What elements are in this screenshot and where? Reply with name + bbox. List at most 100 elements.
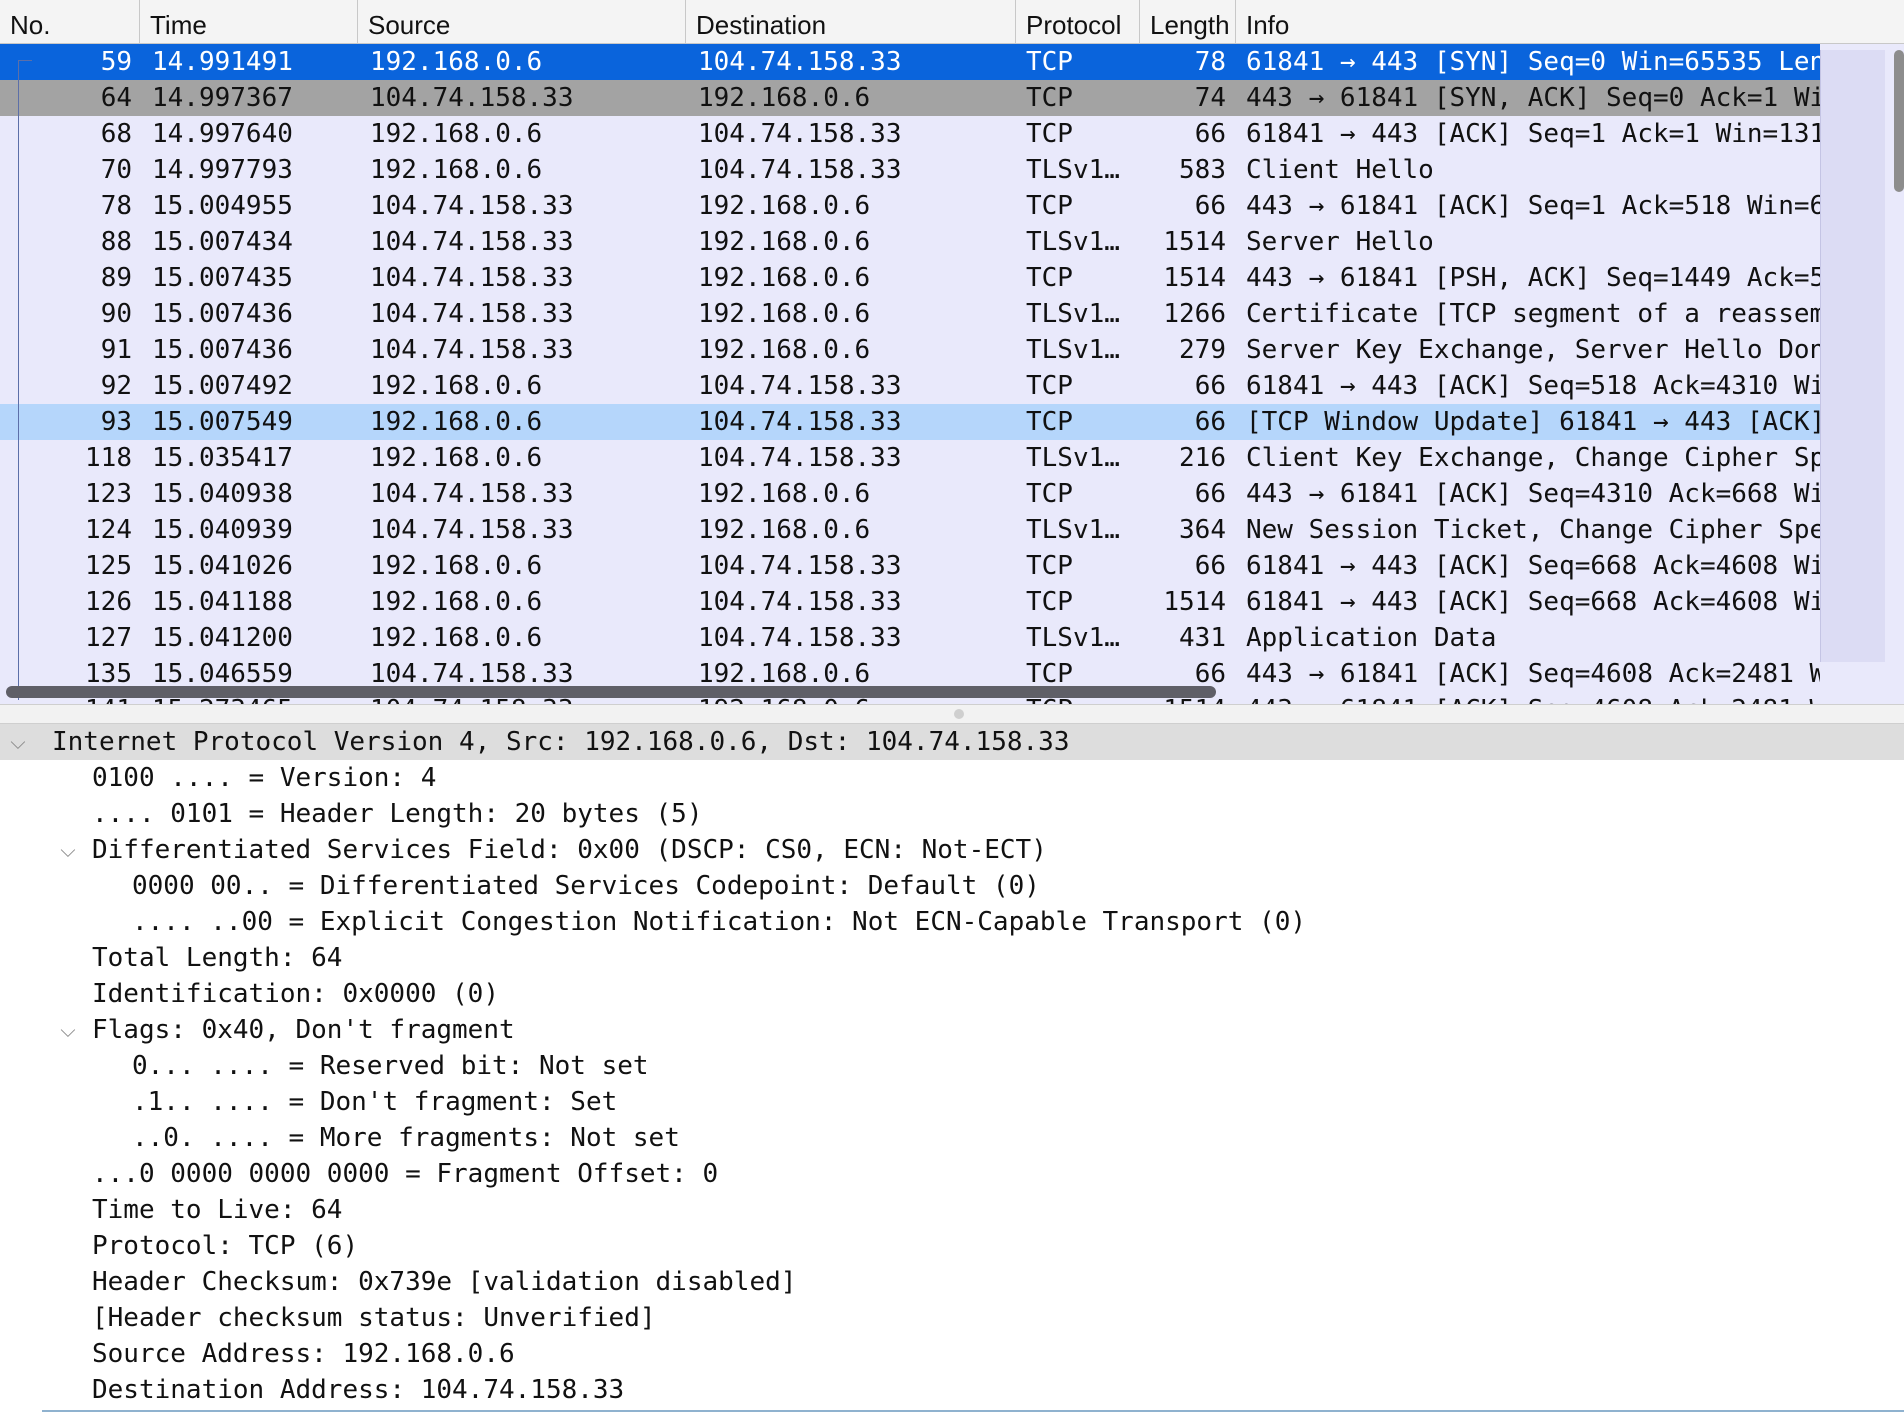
packet-time: 15.040939 bbox=[152, 515, 293, 545]
packet-details-tree[interactable]: ⌵ Internet Protocol Version 4, Src: 192.1… bbox=[0, 724, 1904, 1412]
packet-info: 61841 → 443 [ACK] Seq=1 Ack=1 Win=131 bbox=[1246, 119, 1820, 149]
packet-row[interactable]: 88 15.007434 104.74.158.33 192.168.0.6 TLSv1… bbox=[0, 224, 1820, 260]
pane-splitter[interactable] bbox=[0, 704, 1904, 724]
packet-length: 1514 bbox=[1163, 263, 1226, 293]
column-header-info[interactable]: Info bbox=[1236, 0, 1904, 44]
packet-time: 15.040938 bbox=[152, 479, 293, 509]
tree-item[interactable]: Destination Address: 104.74.158.33 bbox=[0, 1372, 1904, 1408]
packet-source: 104.74.158.33 bbox=[370, 479, 574, 509]
packet-info: 443 → 61841 [ACK] Seq=4310 Ack=668 Wi bbox=[1246, 479, 1820, 509]
packet-time: 15.007549 bbox=[152, 407, 293, 437]
tree-item[interactable]: .... ..00 = Explicit Congestion Notifica… bbox=[0, 904, 1904, 940]
packet-destination: 192.168.0.6 bbox=[698, 515, 871, 545]
tree-item[interactable]: ...0 0000 0000 0000 = Fragment Offset: 0 bbox=[0, 1156, 1904, 1192]
tree-item-text: Source Address: 192.168.0.6 bbox=[92, 1339, 515, 1369]
packet-time: 15.007436 bbox=[152, 299, 293, 329]
packet-row[interactable]: 90 15.007436 104.74.158.33 192.168.0.6 TLSv1… bbox=[0, 296, 1820, 332]
tree-item[interactable]: 0000 00.. = Differentiated Services Code… bbox=[0, 868, 1904, 904]
column-header-destination[interactable]: Destination bbox=[686, 0, 1016, 44]
packet-time: 14.991491 bbox=[152, 47, 293, 77]
tree-item[interactable]: ..0. .... = More fragments: Not set bbox=[0, 1120, 1904, 1156]
packet-destination: 192.168.0.6 bbox=[698, 299, 871, 329]
packet-row[interactable]: 64 14.997367 104.74.158.33 192.168.0.6 TCP 74… bbox=[0, 80, 1820, 116]
packet-row[interactable]: 92 15.007492 192.168.0.6 104.74.158.33 TCP 66… bbox=[0, 368, 1820, 404]
column-header-time[interactable]: Time bbox=[140, 0, 358, 44]
packet-destination: 104.74.158.33 bbox=[698, 623, 902, 653]
tree-item[interactable]: 0100 .... = Version: 4 bbox=[0, 760, 1904, 796]
packet-row[interactable]: 124 15.040939 104.74.158.33 192.168.0.6 TLSv… bbox=[0, 512, 1820, 548]
tree-item[interactable]: [Header checksum status: Unverified] bbox=[0, 1300, 1904, 1336]
packet-list-header: No. Time Source Destination Protocol Len… bbox=[0, 0, 1904, 44]
packet-list[interactable]: No. Time Source Destination Protocol Len… bbox=[0, 0, 1904, 704]
column-header-protocol[interactable]: Protocol bbox=[1016, 0, 1140, 44]
tree-item-text: Flags: 0x40, Don't fragment bbox=[92, 1015, 515, 1045]
packet-source: 192.168.0.6 bbox=[370, 551, 543, 581]
tree-item-text: .1.. .... = Don't fragment: Set bbox=[132, 1087, 618, 1117]
packet-info: 443 → 61841 [SYN, ACK] Seq=0 Ack=1 Wi bbox=[1246, 83, 1820, 113]
tree-item-text: 0... .... = Reserved bit: Not set bbox=[132, 1051, 649, 1081]
packet-row[interactable]: 123 15.040938 104.74.158.33 192.168.0.6 TCP 6… bbox=[0, 476, 1820, 512]
packet-row[interactable]: 127 15.041200 192.168.0.6 104.74.158.33 TLSv… bbox=[0, 620, 1820, 656]
packet-row[interactable]: 118 15.035417 192.168.0.6 104.74.158.33 TLSv… bbox=[0, 440, 1820, 476]
packet-length: 66 bbox=[1194, 371, 1226, 401]
tree-item[interactable]: .1.. .... = Don't fragment: Set bbox=[0, 1084, 1904, 1120]
tree-item-text: Destination Address: 104.74.158.33 bbox=[92, 1375, 625, 1405]
intelligent-scrollbar[interactable] bbox=[1820, 50, 1885, 662]
chevron-down-icon[interactable]: ⌵ bbox=[58, 1012, 78, 1048]
packet-source: 104.74.158.33 bbox=[370, 515, 574, 545]
packet-destination: 104.74.158.33 bbox=[698, 47, 902, 77]
packet-protocol: TCP bbox=[1026, 263, 1073, 293]
tree-item[interactable]: .... 0101 = Header Length: 20 bytes (5) bbox=[0, 796, 1904, 832]
packet-row[interactable]: 125 15.041026 192.168.0.6 104.74.158.33 TCP 6… bbox=[0, 548, 1820, 584]
tree-item[interactable]: ⌵ Flags: 0x40, Don't fragment bbox=[0, 1012, 1904, 1048]
tree-item-text: Total Length: 64 bbox=[92, 943, 343, 973]
splitter-handle[interactable] bbox=[954, 709, 964, 719]
packet-protocol: TCP bbox=[1026, 551, 1073, 581]
horizontal-scrollbar[interactable] bbox=[6, 686, 1216, 698]
tree-item[interactable]: Protocol: TCP (6) bbox=[0, 1228, 1904, 1264]
tree-item-protocol-header[interactable]: ⌵ Internet Protocol Version 4, Src: 192.1… bbox=[0, 724, 1904, 760]
column-header-source[interactable]: Source bbox=[358, 0, 686, 44]
packet-length: 583 bbox=[1179, 155, 1226, 185]
packet-destination: 104.74.158.33 bbox=[698, 371, 902, 401]
packet-time: 15.041200 bbox=[152, 623, 293, 653]
packet-info: Application Data bbox=[1246, 623, 1497, 653]
tree-item-text: Time to Live: 64 bbox=[92, 1195, 343, 1225]
column-header-length[interactable]: Length bbox=[1140, 0, 1236, 44]
tree-item[interactable]: Header Checksum: 0x739e [validation disa… bbox=[0, 1264, 1904, 1300]
packet-row[interactable]: 91 15.007436 104.74.158.33 192.168.0.6 TLSv1… bbox=[0, 332, 1820, 368]
packet-source: 192.168.0.6 bbox=[370, 371, 543, 401]
tree-item[interactable]: Source Address: 192.168.0.6 bbox=[0, 1336, 1904, 1372]
tree-item-text: Differentiated Services Field: 0x00 (DSC… bbox=[92, 835, 1047, 865]
tree-item-text: 0100 .... = Version: 4 bbox=[92, 763, 437, 793]
chevron-down-icon[interactable]: ⌵ bbox=[58, 832, 78, 868]
packet-row[interactable]: 89 15.007435 104.74.158.33 192.168.0.6 TCP 15… bbox=[0, 260, 1820, 296]
packet-info: 61841 → 443 [ACK] Seq=518 Ack=4310 Wi bbox=[1246, 371, 1820, 401]
vertical-scrollbar-thumb[interactable] bbox=[1894, 50, 1904, 192]
tree-item[interactable]: ⌵ Differentiated Services Field: 0x00 (DS… bbox=[0, 832, 1904, 868]
packet-time: 15.004955 bbox=[152, 191, 293, 221]
packet-info: New Session Ticket, Change Cipher Spe bbox=[1246, 515, 1820, 545]
column-header-no[interactable]: No. bbox=[0, 0, 140, 44]
packet-destination: 104.74.158.33 bbox=[698, 155, 902, 185]
tree-item[interactable]: Total Length: 64 bbox=[0, 940, 1904, 976]
packet-time: 14.997640 bbox=[152, 119, 293, 149]
packet-row[interactable]: 59 14.991491 192.168.0.6 104.74.158.33 TCP 78… bbox=[0, 44, 1820, 80]
packet-row[interactable]: 93 15.007549 192.168.0.6 104.74.158.33 TCP 66… bbox=[0, 404, 1820, 440]
packet-protocol: TLSv1… bbox=[1026, 515, 1120, 545]
packet-length: 66 bbox=[1194, 119, 1226, 149]
packet-source: 104.74.158.33 bbox=[370, 191, 574, 221]
packet-time: 14.997793 bbox=[152, 155, 293, 185]
packet-row[interactable]: 70 14.997793 192.168.0.6 104.74.158.33 TLSv1… bbox=[0, 152, 1820, 188]
packet-time: 15.007435 bbox=[152, 263, 293, 293]
tree-item[interactable]: Time to Live: 64 bbox=[0, 1192, 1904, 1228]
tree-item[interactable]: Identification: 0x0000 (0) bbox=[0, 976, 1904, 1012]
tree-item[interactable]: 0... .... = Reserved bit: Not set bbox=[0, 1048, 1904, 1084]
packet-destination: 104.74.158.33 bbox=[698, 587, 902, 617]
packet-rows: 59 14.991491 192.168.0.6 104.74.158.33 TCP 78… bbox=[0, 44, 1904, 704]
packet-row[interactable]: 126 15.041188 192.168.0.6 104.74.158.33 TCP 1… bbox=[0, 584, 1820, 620]
packet-row[interactable]: 78 15.004955 104.74.158.33 192.168.0.6 TCP 66… bbox=[0, 188, 1820, 224]
packet-row[interactable]: 68 14.997640 192.168.0.6 104.74.158.33 TCP 66… bbox=[0, 116, 1820, 152]
chevron-down-icon[interactable]: ⌵ bbox=[8, 724, 28, 760]
packet-info: 443 → 61841 [PSH, ACK] Seq=1449 Ack=5 bbox=[1246, 263, 1820, 293]
